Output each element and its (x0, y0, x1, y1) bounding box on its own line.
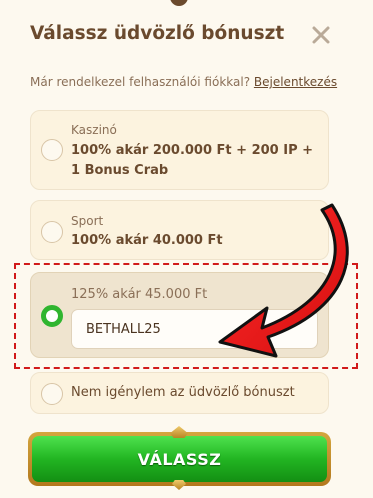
cta-container: VÁLASSZ (28, 426, 331, 490)
option-value: 100% akár 200.000 Ft + 200 IP + 1 Bonus … (71, 143, 314, 178)
option-label: Sport (71, 214, 104, 228)
gem-bottom-decoration (172, 480, 186, 490)
bonus-option-selected[interactable]: 125% akár 45.000 Ft (30, 272, 329, 358)
radio-none[interactable] (41, 383, 63, 405)
login-prompt: Már rendelkezel felhasználói fiókkal? Be… (30, 75, 337, 89)
choose-button-label: VÁLASSZ (137, 449, 222, 469)
bonus-option-sport[interactable]: Sport 100% akár 40.000 Ft (30, 200, 329, 260)
radio-sport[interactable] (41, 221, 63, 243)
choose-button-face: VÁLASSZ (32, 436, 327, 482)
option-value: Nem igénylem az üdvözlő bónuszt (71, 385, 295, 400)
login-link[interactable]: Bejelentkezés (254, 75, 337, 89)
radio-selected[interactable] (41, 305, 63, 327)
option-value: 100% akár 40.000 Ft (71, 233, 223, 248)
login-question: Már rendelkezel felhasználói fiókkal? (30, 75, 251, 89)
close-button[interactable] (310, 24, 332, 46)
gem-top-decoration (170, 426, 188, 438)
close-icon (312, 26, 330, 44)
modal-title: Válassz üdvözlő bónuszt (30, 23, 285, 44)
option-label: Kaszinó (71, 123, 117, 137)
radio-casino[interactable] (41, 139, 63, 161)
modal-header: Válassz üdvözlő bónuszt (30, 22, 340, 52)
promo-code-input[interactable] (71, 309, 318, 349)
bonus-option-casino[interactable]: Kaszinó 100% akár 200.000 Ft + 200 IP + … (30, 110, 329, 190)
option-label: 125% akár 45.000 Ft (71, 287, 208, 302)
top-decoration (170, 0, 188, 6)
choose-button[interactable]: VÁLASSZ (28, 432, 331, 486)
bonus-option-none[interactable]: Nem igénylem az üdvözlő bónuszt (30, 372, 329, 414)
